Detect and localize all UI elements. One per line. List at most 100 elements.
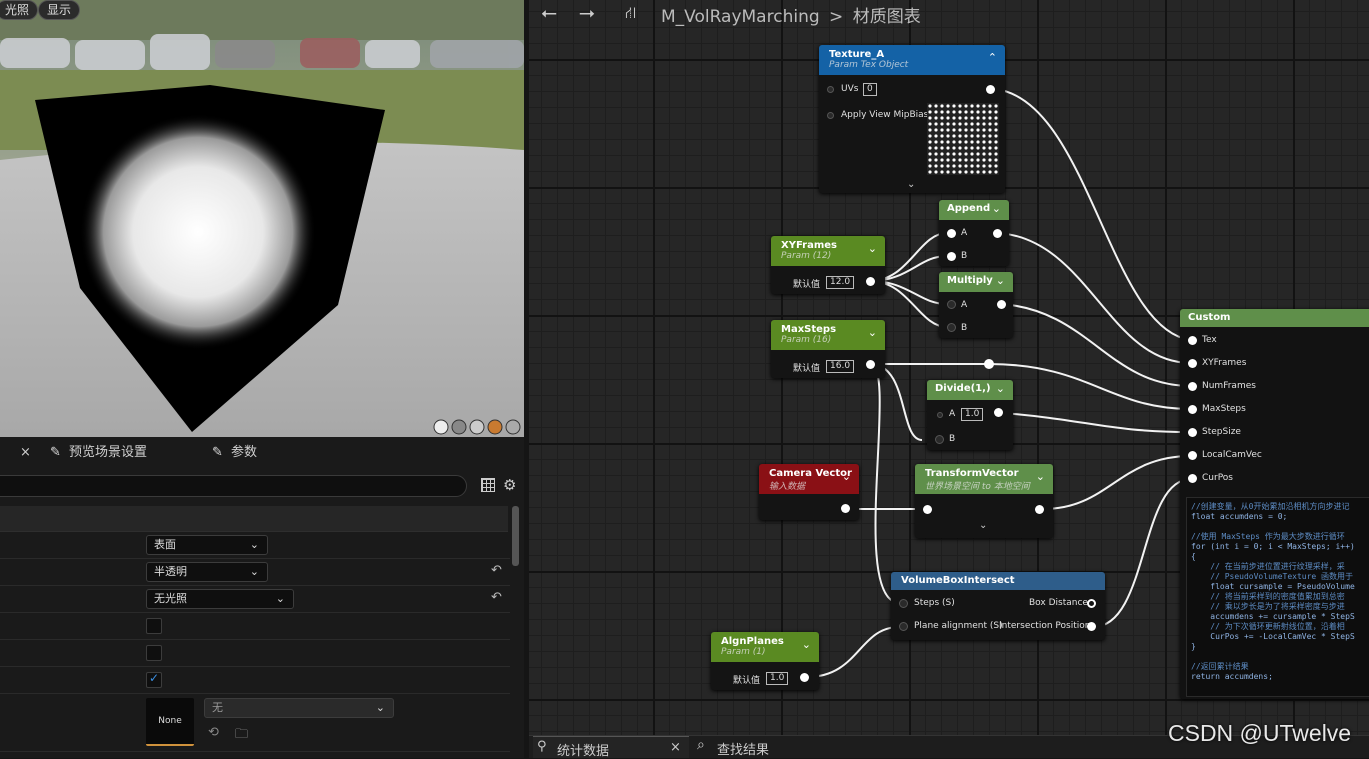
input-pin[interactable] — [827, 86, 834, 93]
append-node[interactable]: Append ⌄ A B — [939, 200, 1009, 266]
input-pin-b[interactable] — [947, 323, 956, 332]
material-graph-canvas[interactable]: ⭠ ⭢ ⛙ M_VolRayMarching > 材质图表 Texture_A … — [529, 0, 1369, 735]
lit-mode-button[interactable]: 光照 — [0, 0, 39, 20]
material-domain-dropdown[interactable]: 表面 ⌄ — [146, 535, 268, 555]
details-scrollbar[interactable] — [512, 506, 519, 566]
texture-thumbnail[interactable]: None — [146, 698, 194, 746]
output-pin[interactable] — [1035, 505, 1044, 514]
texture-asset-dropdown[interactable]: 无 ⌄ — [204, 698, 394, 718]
details-close-icon[interactable]: × — [20, 443, 31, 463]
output-pin[interactable] — [866, 277, 875, 286]
custom-node[interactable]: Custom Tex XYFrames NumFrames MaxSteps S… — [1180, 309, 1369, 699]
texture-a-node[interactable]: Texture_A Param Tex Object ⌃ UVs 0 Apply… — [819, 45, 1005, 193]
checkbox-checked[interactable]: ✓ — [146, 671, 162, 688]
collapse-icon[interactable]: ⌄ — [992, 202, 1001, 215]
checkbox[interactable] — [146, 618, 162, 634]
tab-preview-scene-settings[interactable]: ✎ 预览场景设置 — [50, 443, 147, 463]
show-button[interactable]: 显示 — [38, 0, 81, 20]
back-arrow-icon[interactable]: ⭠ — [541, 0, 557, 24]
input-pin-maxsteps[interactable] — [1188, 405, 1197, 414]
shading-model-dropdown[interactable]: 无光照 ⌄ — [146, 589, 294, 609]
expand-icon[interactable]: ⌄ — [979, 520, 987, 531]
default-value-field[interactable]: 16.0 — [826, 360, 855, 373]
forward-arrow-icon[interactable]: ⭢ — [579, 0, 595, 24]
default-value-field[interactable]: 12.0 — [826, 276, 855, 289]
transform-vector-node[interactable]: TransformVector 世界场景空间 to 本地空间 ⌄ ⌄ — [915, 464, 1053, 538]
input-pin-numframes[interactable] — [1188, 382, 1197, 391]
output-pin[interactable] — [986, 85, 995, 94]
input-pin-a[interactable] — [947, 300, 956, 309]
collapse-icon[interactable]: ⌄ — [996, 274, 1005, 287]
output-pin[interactable] — [866, 360, 875, 369]
collapse-icon[interactable]: ⌄ — [868, 326, 877, 339]
input-pin-b[interactable] — [935, 435, 944, 444]
a-value-field[interactable]: 1.0 — [961, 408, 984, 421]
camera-vector-node[interactable]: Camera Vector 输入数据 ⌄ — [759, 464, 859, 520]
reset-icon[interactable]: ↶ — [491, 563, 502, 578]
input-pin-a[interactable] — [947, 229, 956, 238]
browse-asset-icon[interactable]: 🗀 — [235, 725, 248, 747]
divide-node[interactable]: Divide(1,) ⌄ A 1.0 B — [927, 380, 1013, 450]
input-pin-xyframes[interactable] — [1188, 359, 1197, 368]
multiply-node[interactable]: Multiply ⌄ A B — [939, 272, 1013, 338]
maxsteps-param-node[interactable]: MaxSteps Param (16) ⌄ 默认值 16.0 — [771, 320, 885, 378]
pin-label: A — [961, 300, 968, 310]
collapse-icon[interactable]: ⌄ — [802, 638, 811, 651]
node-subtitle: Param (1) — [721, 647, 766, 657]
pin-label: Plane alignment (S) — [914, 621, 1003, 631]
output-pin[interactable] — [993, 229, 1002, 238]
expand-icon[interactable]: ⌄ — [907, 179, 915, 190]
input-pin-localcamvec[interactable] — [1188, 451, 1197, 460]
uvs-value-field[interactable]: 0 — [863, 83, 877, 96]
xyframes-param-node[interactable]: XYFrames Param (12) ⌄ 默认值 12.0 — [771, 236, 885, 294]
node-subtitle: Param (16) — [781, 335, 832, 345]
breadcrumb-section[interactable]: 材质图表 — [853, 7, 921, 27]
collapse-icon[interactable]: ⌄ — [1036, 470, 1045, 483]
close-icon[interactable]: × — [670, 740, 681, 755]
use-selected-icon[interactable]: ⟲ — [208, 725, 219, 740]
blend-mode-dropdown[interactable]: 半透明 ⌄ — [146, 562, 268, 582]
reset-icon[interactable]: ↶ — [491, 590, 502, 605]
tab-parameters[interactable]: ✎ 参数 — [212, 443, 257, 463]
volume-box-intersect-node[interactable]: VolumeBoxIntersect Steps (S) Plane align… — [891, 572, 1105, 640]
collapse-icon[interactable]: ⌃ — [988, 51, 997, 64]
dropdown-value: 无光照 — [154, 592, 187, 605]
table-view-icon[interactable] — [481, 478, 495, 492]
output-pin[interactable] — [800, 673, 809, 682]
output-pin[interactable] — [997, 300, 1006, 309]
input-pin-curpos[interactable] — [1188, 474, 1197, 483]
collapse-icon[interactable]: ⌄ — [996, 382, 1005, 395]
output-pin-box-distance[interactable] — [1087, 599, 1096, 608]
input-pin-a[interactable] — [937, 412, 943, 418]
output-pin[interactable] — [994, 408, 1003, 417]
input-pin-plane-alignment[interactable] — [899, 622, 908, 631]
collapse-icon[interactable]: ⌄ — [868, 242, 877, 255]
node-header: Append ⌄ — [939, 200, 1009, 220]
texture-preview-image — [927, 103, 999, 175]
tab-find-results[interactable]: ⌕ 查找结果 — [695, 736, 815, 758]
input-pin-tex[interactable] — [1188, 336, 1197, 345]
output-pin-intersection[interactable] — [1087, 622, 1096, 631]
node-title: Custom — [1188, 312, 1231, 323]
settings-gear-icon[interactable]: ⚙ — [503, 476, 516, 494]
default-value-field[interactable]: 1.0 — [766, 672, 789, 685]
checkbox[interactable] — [146, 645, 162, 661]
details-search-input[interactable] — [0, 475, 467, 497]
collapse-icon[interactable]: ⌄ — [842, 470, 851, 483]
input-pin[interactable] — [827, 112, 834, 119]
input-pin-b[interactable] — [947, 252, 956, 261]
tab-statistics[interactable]: ⚲ 统计数据 × — [533, 736, 689, 759]
breadcrumb-asset[interactable]: M_VolRayMarching — [661, 7, 820, 27]
input-pin[interactable] — [923, 505, 932, 514]
node-subtitle: Param (12) — [781, 251, 832, 261]
alignplanes-param-node[interactable]: AlgnPlanes Param (1) ⌄ 默认值 1.0 — [711, 632, 819, 690]
input-pin-steps[interactable] — [899, 599, 908, 608]
input-pin-stepsize[interactable] — [1188, 428, 1197, 437]
output-pin[interactable] — [841, 504, 850, 513]
tab-label: 统计数据 — [557, 744, 610, 759]
node-header: Divide(1,) ⌄ — [927, 380, 1013, 400]
preview-viewport[interactable]: 光照 显示 — [0, 0, 524, 437]
checkmark-icon: ✓ — [149, 671, 160, 685]
chevron-down-icon: ⌄ — [375, 701, 385, 714]
